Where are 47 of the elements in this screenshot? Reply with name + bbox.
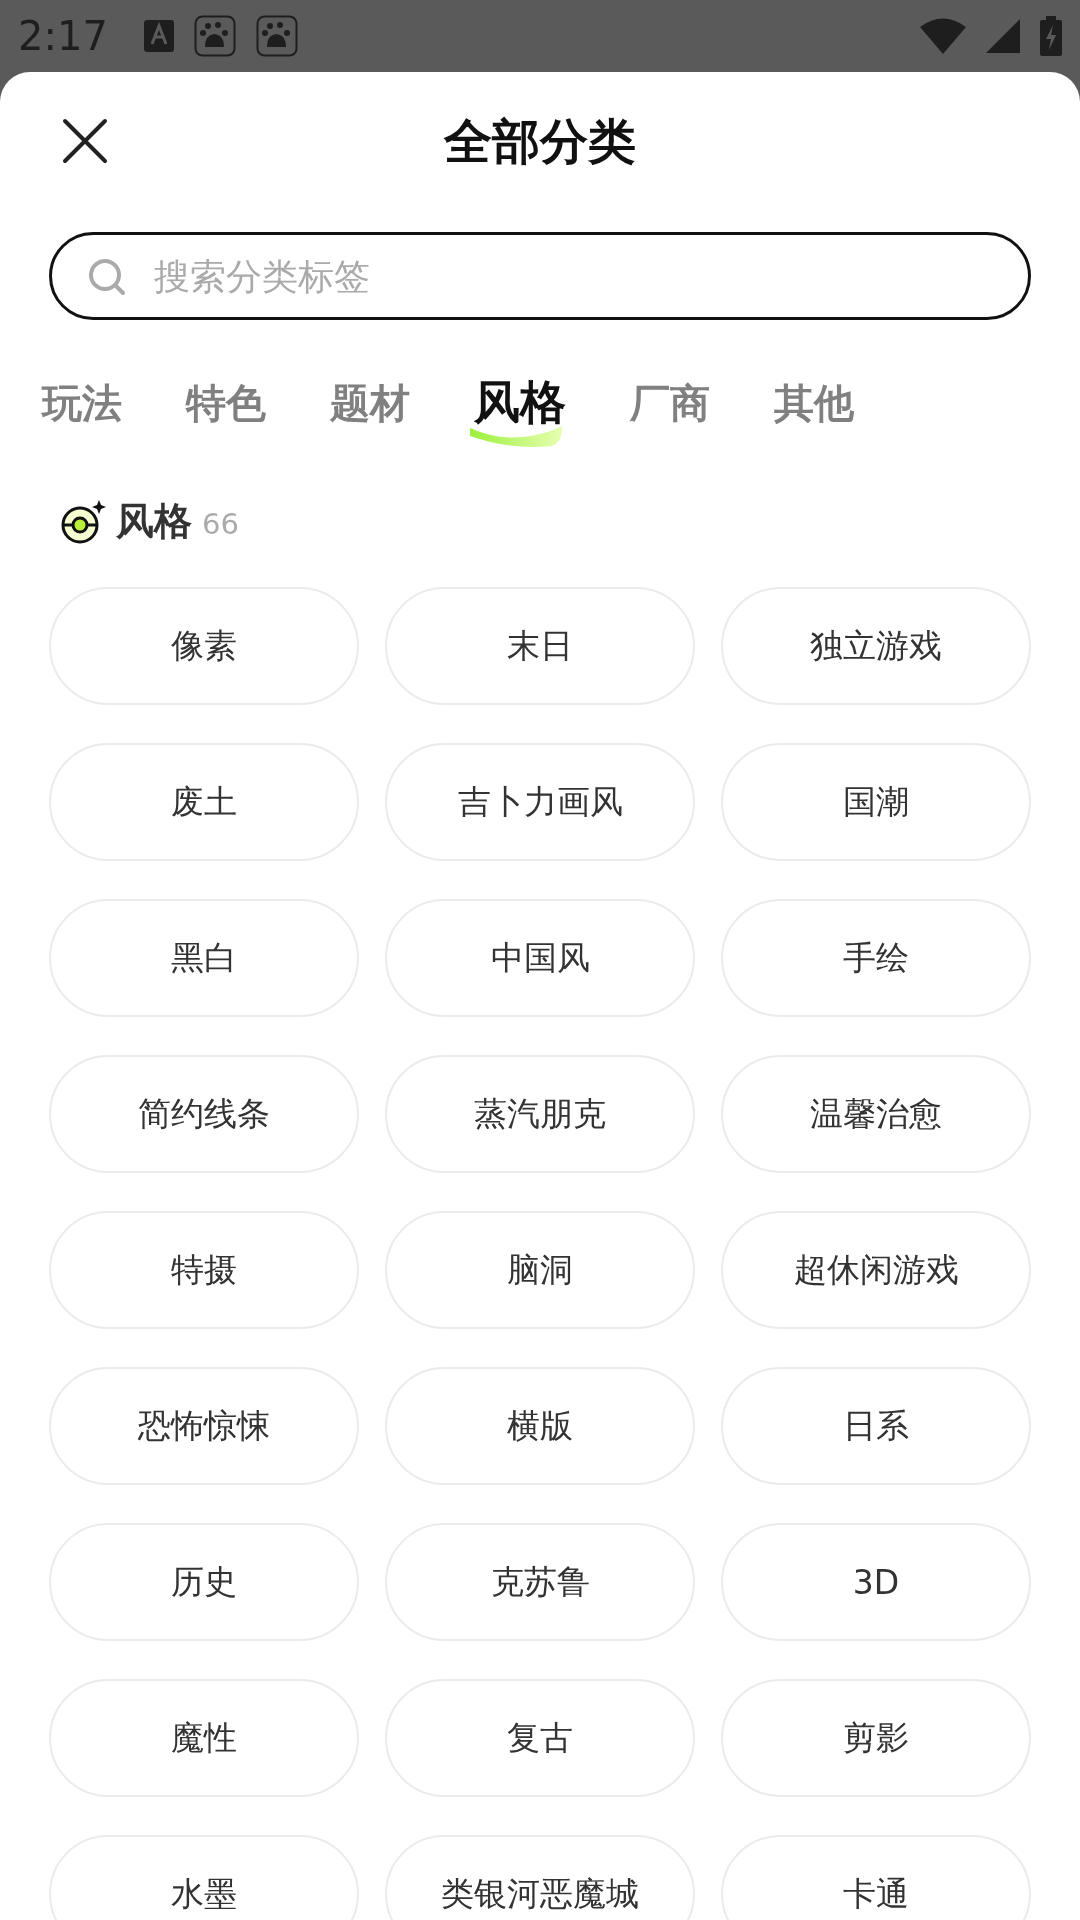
section-title: 风格 <box>116 498 192 545</box>
tag-chip[interactable]: 废土 <box>49 743 359 861</box>
tag-chip[interactable]: 蒸汽朋克 <box>385 1055 695 1173</box>
category-tab[interactable]: 题材 <box>324 375 416 449</box>
battery-icon <box>1040 16 1062 56</box>
tag-chip[interactable]: 黑白 <box>49 899 359 1017</box>
tag-chip[interactable]: 特摄 <box>49 1211 359 1329</box>
tag-chip[interactable]: 脑洞 <box>385 1211 695 1329</box>
wifi-icon <box>920 18 966 54</box>
status-time: 2:17 <box>18 13 108 59</box>
tag-chip[interactable]: 日系 <box>721 1367 1031 1485</box>
tag-chip[interactable]: 中国风 <box>385 899 695 1017</box>
tag-chip[interactable]: 简约线条 <box>49 1055 359 1173</box>
category-tab[interactable]: 特色 <box>180 375 272 449</box>
category-tab[interactable]: 风格 <box>468 372 572 452</box>
sheet-title: 全部分类 <box>444 112 636 171</box>
search-icon <box>87 257 127 297</box>
category-tab[interactable]: 玩法 <box>36 375 128 449</box>
tag-chip[interactable]: 魔性 <box>49 1679 359 1797</box>
style-icon <box>60 498 106 545</box>
tag-chip[interactable]: 吉卜力画风 <box>385 743 695 861</box>
tag-chip[interactable]: 3D <box>721 1523 1031 1641</box>
tag-chip[interactable]: 末日 <box>385 587 695 705</box>
paw-icon <box>193 15 236 57</box>
tag-chip[interactable]: 国潮 <box>721 743 1031 861</box>
category-tab[interactable]: 其他 <box>768 375 860 449</box>
tag-chip[interactable]: 像素 <box>49 587 359 705</box>
tag-chip[interactable]: 超休闲游戏 <box>721 1211 1031 1329</box>
tag-chip[interactable]: 恐怖惊悚 <box>49 1367 359 1485</box>
tag-chip[interactable]: 手绘 <box>721 899 1031 1017</box>
paw-icon <box>255 15 298 57</box>
tag-chip[interactable]: 温馨治愈 <box>721 1055 1031 1173</box>
tag-chip[interactable]: 复古 <box>385 1679 695 1797</box>
category-tab[interactable]: 厂商 <box>624 375 716 449</box>
tag-chip[interactable]: 克苏鲁 <box>385 1523 695 1641</box>
app-notification-icon <box>143 20 174 52</box>
tag-chip[interactable]: 类银河恶魔城 <box>385 1835 695 1920</box>
tag-chip[interactable]: 历史 <box>49 1523 359 1641</box>
tag-chip[interactable]: 剪影 <box>721 1679 1031 1797</box>
signal-icon <box>986 19 1020 53</box>
search-field[interactable]: 搜索分类标签 <box>49 232 1031 320</box>
tag-chip[interactable]: 水墨 <box>49 1835 359 1920</box>
section-count: 66 <box>202 507 239 541</box>
tag-chip[interactable]: 独立游戏 <box>721 587 1031 705</box>
tag-chip[interactable]: 卡通 <box>721 1835 1031 1920</box>
tag-chip[interactable]: 横版 <box>385 1367 695 1485</box>
close-button[interactable] <box>60 116 110 166</box>
